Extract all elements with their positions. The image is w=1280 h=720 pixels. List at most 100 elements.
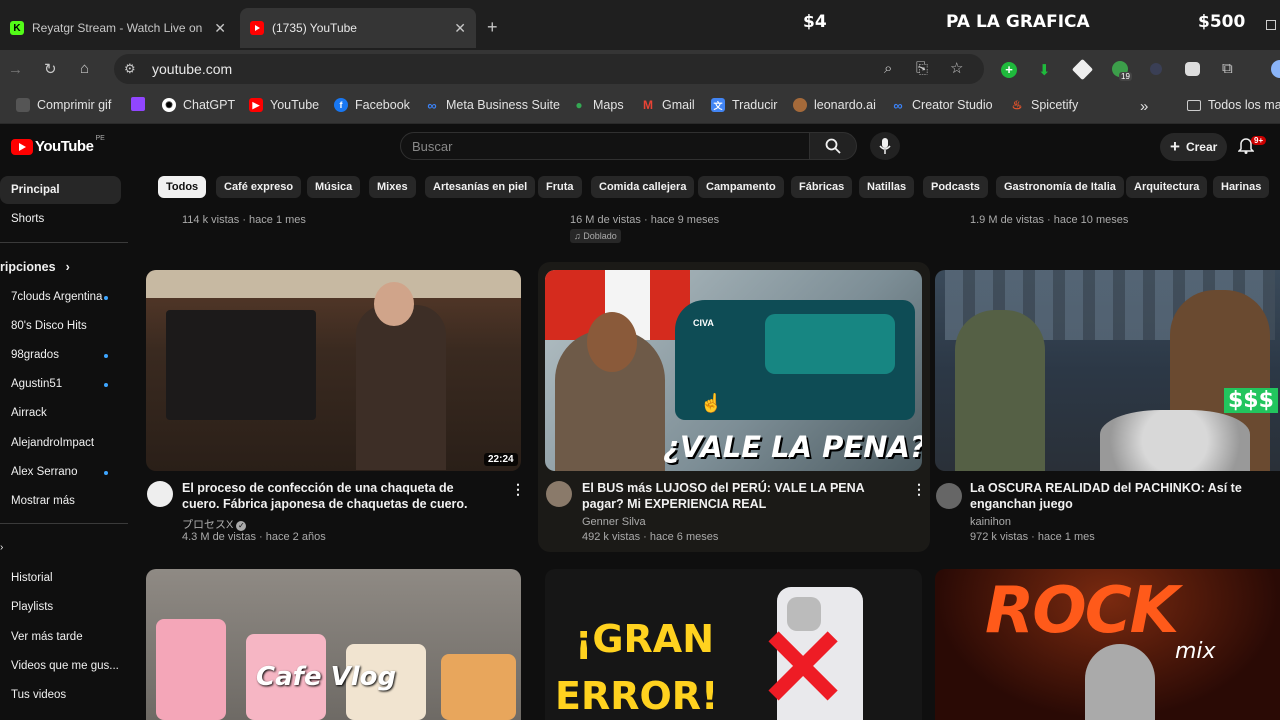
more-bookmarks-button[interactable]: »	[1140, 98, 1148, 115]
extension-cloud-icon[interactable]	[1185, 62, 1200, 76]
sidebar-item-tus-videos[interactable]: Tus videos	[11, 689, 66, 701]
video-title[interactable]: El BUS más LUJOSO del PERÚ: VALE LA PENA…	[582, 480, 902, 512]
leather-jackets-rack	[166, 310, 316, 420]
sidebar-sub-alejandroimpact[interactable]: AlejandroImpact	[11, 437, 94, 449]
bookmark-comprimir-gif[interactable]: Comprimir gif	[16, 98, 111, 112]
search-input[interactable]	[400, 132, 810, 160]
channel-name[interactable]: プロセスX ✓	[182, 516, 247, 532]
chip-natillas[interactable]: Natillas	[859, 176, 915, 198]
search-placeholder: Buscar	[412, 139, 453, 154]
chip-fruta[interactable]: Fruta	[538, 176, 582, 198]
channel-name[interactable]: Genner Silva	[582, 516, 646, 528]
sidebar-sub-80s-disco[interactable]: 80's Disco Hits	[11, 320, 87, 332]
bus-window	[765, 314, 895, 374]
install-app-icon[interactable]: ⎘	[916, 60, 928, 77]
home-icon[interactable]: ⌂	[80, 60, 89, 77]
chip-podcasts[interactable]: Podcasts	[923, 176, 988, 198]
video-thumbnail[interactable]: ROCK mix	[935, 569, 1280, 720]
create-button[interactable]: + Crear	[1160, 133, 1228, 161]
address-bar[interactable]	[114, 54, 984, 84]
url-text[interactable]: youtube.com	[152, 61, 232, 77]
channel-avatar[interactable]	[147, 481, 173, 507]
sidebar-subscriptions-header[interactable]: ripciones ›	[0, 260, 70, 274]
site-info-icon[interactable]: ⚙	[124, 61, 136, 77]
video-thumbnail[interactable]: Cafe Vlog	[146, 569, 521, 720]
chip-fabricas[interactable]: Fábricas	[791, 176, 853, 198]
sidebar-show-more[interactable]: Mostrar más	[11, 495, 75, 507]
youtube-icon: ▶	[249, 98, 263, 112]
restore-window-icon[interactable]	[1266, 20, 1276, 30]
tab-youtube[interactable]: (1735) YouTube ✕	[240, 8, 476, 48]
microphone-icon	[879, 138, 891, 154]
voice-search-button[interactable]	[870, 132, 900, 160]
chip-musica[interactable]: Música	[307, 176, 361, 198]
extension-circle-icon[interactable]	[1150, 63, 1162, 75]
bookmark-gmail[interactable]: M Gmail	[641, 98, 695, 112]
bookmark-meta-business[interactable]: ∞ Meta Business Suite	[425, 98, 560, 113]
bookmark-maps[interactable]: ● Maps	[572, 98, 623, 112]
search-button[interactable]	[809, 132, 857, 160]
sidebar-item-liked-videos[interactable]: Videos que me gus...	[11, 660, 119, 672]
extension-download-icon[interactable]: ⬇	[1038, 61, 1051, 79]
twitch-icon[interactable]	[131, 97, 145, 111]
channel-avatar[interactable]	[936, 483, 962, 509]
bookmark-leonardo[interactable]: leonardo.ai	[793, 98, 876, 112]
bookmark-star-icon[interactable]: ☆	[950, 59, 963, 77]
chip-mixes[interactable]: Mixes	[369, 176, 416, 198]
channel-name[interactable]: kainihon	[970, 516, 1011, 528]
tab-title: (1735) YouTube	[272, 21, 357, 35]
channel-avatar[interactable]	[546, 481, 572, 507]
thumbnail-text: ERROR!	[555, 674, 719, 718]
mouse-cursor-icon: ☝	[700, 393, 723, 413]
sidebar-sub-98grados[interactable]: 98grados	[11, 349, 59, 361]
sidebar-sub-airrack[interactable]: Airrack	[11, 407, 47, 419]
chip-gastronomia-italia[interactable]: Gastronomía de Italia	[996, 176, 1124, 198]
video-thumbnail[interactable]: 22:24	[146, 270, 521, 471]
youtube-logo[interactable]: YouTube PE	[11, 135, 105, 155]
chip-comida-callejera[interactable]: Comida callejera	[591, 176, 695, 198]
ceiling-area	[146, 270, 521, 298]
chevron-right-icon[interactable]: ›	[0, 542, 3, 553]
more-options-icon[interactable]: ⋮	[511, 481, 525, 498]
chip-artesanias[interactable]: Artesanías en piel	[425, 176, 536, 198]
sidebar-item-historial[interactable]: Historial	[11, 572, 53, 584]
sidebar-sub-alex-serrano[interactable]: Alex Serrano	[11, 466, 77, 478]
all-bookmarks-folder[interactable]: Todos los ma	[1187, 98, 1280, 112]
close-icon[interactable]: ✕	[214, 20, 226, 37]
video-title[interactable]: La OSCURA REALIDAD del PACHINKO: Así te …	[970, 480, 1280, 512]
sidebar-item-principal[interactable]: Principal	[11, 184, 60, 196]
sidebar-sub-agustin51[interactable]: Agustin51	[11, 378, 62, 390]
chip-todos[interactable]: Todos	[158, 176, 207, 198]
extensions-puzzle-icon[interactable]: ⧉	[1222, 60, 1233, 77]
chip-harinas[interactable]: Harinas	[1213, 176, 1270, 198]
bookmark-spicetify[interactable]: ♨ Spicetify	[1010, 98, 1079, 112]
sidebar-item-shorts[interactable]: Shorts	[11, 213, 44, 225]
close-icon[interactable]: ✕	[454, 20, 466, 37]
video-thumbnail[interactable]: CIVA ¿VALE LA PENA?	[545, 270, 922, 471]
video-thumbnail[interactable]: ¡GRAN ERROR! ✕	[545, 569, 922, 720]
chip-campamento[interactable]: Campamento	[698, 176, 784, 198]
dubbed-badge: ♫ Doblado	[570, 229, 621, 243]
sidebar-item-ver-mas-tarde[interactable]: Ver más tarde	[11, 631, 83, 643]
tab-stream[interactable]: K Reyatgr Stream - Watch Live on ✕	[0, 8, 236, 48]
sidebar-sub-7clouds[interactable]: 7clouds Argentina	[11, 291, 102, 303]
bookmark-youtube[interactable]: ▶ YouTube	[249, 98, 319, 112]
forward-icon[interactable]: →	[8, 61, 23, 78]
stream-overlay-right: $500	[1198, 12, 1246, 32]
video-title[interactable]: El proceso de confección de una chaqueta…	[182, 480, 482, 512]
bookmark-creator-studio[interactable]: ∞ Creator Studio	[891, 98, 992, 113]
bookmark-chatgpt[interactable]: ✺ ChatGPT	[162, 98, 235, 112]
sidebar-item-playlists[interactable]: Playlists	[11, 601, 53, 613]
reload-icon[interactable]: ↻	[44, 60, 57, 78]
video-thumbnail[interactable]: $$$	[935, 270, 1280, 471]
extension-plus-icon[interactable]: +	[1001, 62, 1017, 78]
zoom-icon[interactable]: ⌕	[884, 60, 892, 77]
chip-cafe-expreso[interactable]: Café expreso	[216, 176, 302, 198]
bookmark-facebook[interactable]: f Facebook	[334, 98, 410, 112]
new-tab-button[interactable]: +	[487, 17, 498, 38]
chip-arquitectura[interactable]: Arquitectura	[1126, 176, 1208, 198]
more-options-icon[interactable]: ⋮	[912, 481, 926, 498]
new-content-dot	[104, 471, 108, 475]
bookmark-label: Todos los ma	[1208, 98, 1280, 112]
bookmark-traducir[interactable]: 文 Traducir	[711, 98, 777, 112]
